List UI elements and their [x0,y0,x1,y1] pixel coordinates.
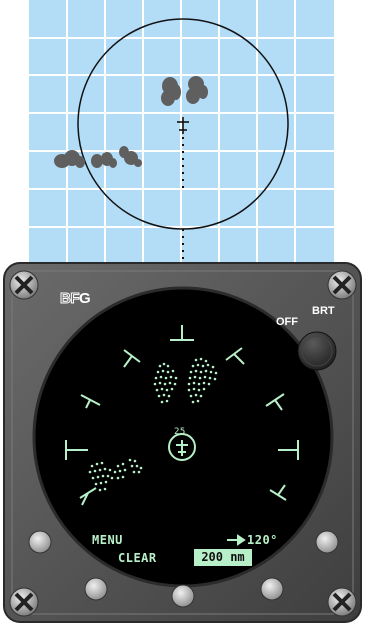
knob-brt-label: BRT [312,305,335,317]
tilt-angle-label: 25 [174,427,186,437]
menu-label[interactable]: MENU [92,533,123,547]
corner-screw-top-right [327,270,357,300]
brightness-knob[interactable] [297,331,337,371]
radar-instrument [0,256,365,626]
bezel-button-left-lower[interactable] [84,577,108,601]
bezel-button-right-lower[interactable] [260,577,284,601]
knob-off-label: OFF [276,316,298,328]
heading-value: 120° [247,533,278,547]
corner-screw-top-left [9,270,39,300]
bezel-button-center-lower[interactable] [171,584,195,608]
clear-label[interactable]: CLEAR [118,551,157,565]
airspace-map [0,0,365,270]
weather-radar-illustration: BFG OFF BRT 25 MENU 120° CLEAR 200 nm [0,0,365,626]
bezel-button-left-upper[interactable] [28,530,52,554]
brand-logo-solid: G [79,290,91,307]
brand-logo-outline: BF [60,290,81,308]
corner-screw-bottom-left [9,587,39,617]
brand-logo: BFG [60,290,91,308]
corner-screw-bottom-right [327,587,357,617]
bezel-button-right-upper[interactable] [315,530,339,554]
range-indicator[interactable]: 200 nm [194,549,252,566]
